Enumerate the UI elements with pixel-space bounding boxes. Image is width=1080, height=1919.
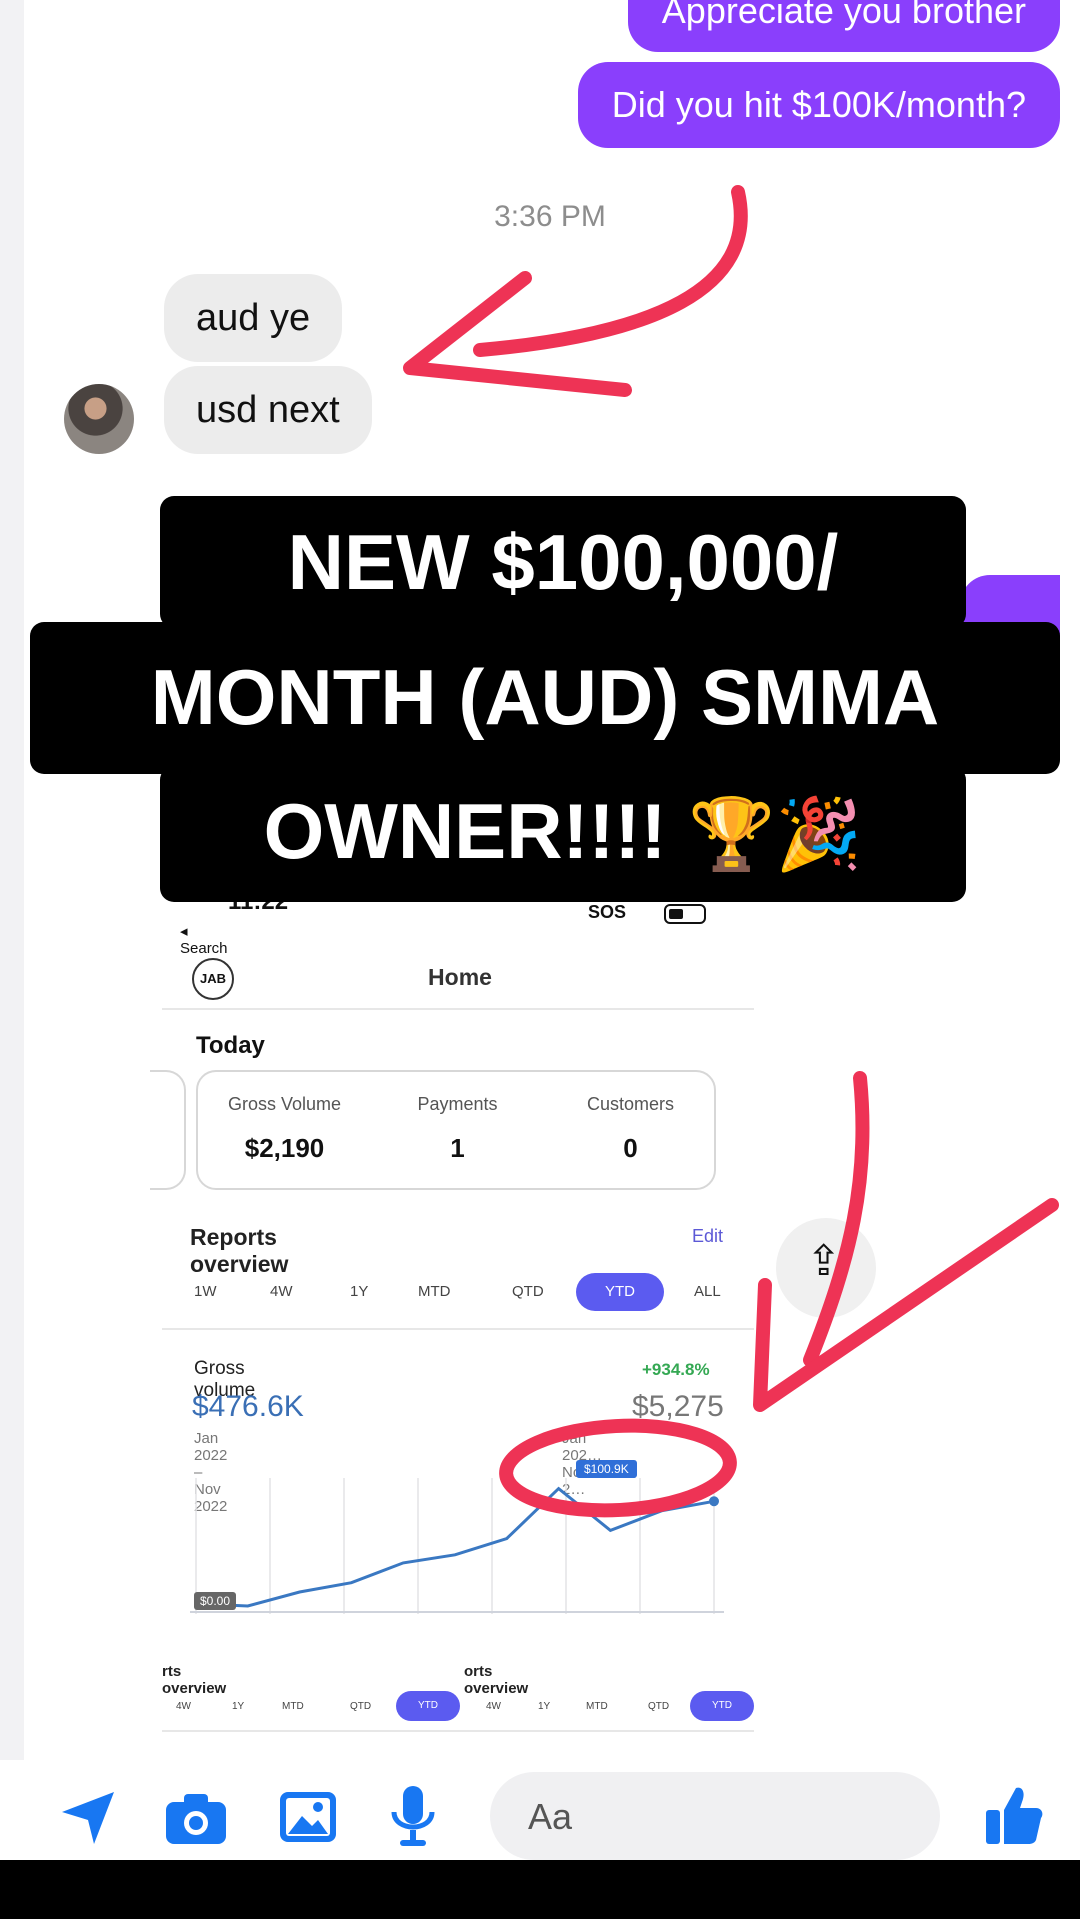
annotation-arrow [753, 1198, 1059, 1412]
microphone-icon[interactable] [388, 1784, 438, 1850]
gallery-icon[interactable] [278, 1790, 338, 1844]
annotation-curve [803, 1071, 870, 1367]
messenger-conversation: Appreciate you brother Did you hit $100K… [0, 0, 1080, 1860]
annotation-circle [499, 1418, 737, 1518]
location-arrow-icon[interactable] [58, 1790, 118, 1846]
camera-icon[interactable] [164, 1792, 228, 1846]
thumbs-up-icon[interactable] [984, 1784, 1044, 1846]
message-input-placeholder[interactable]: Aa [528, 1796, 572, 1838]
red-annotations [403, 185, 1059, 1518]
annotation-curve [473, 185, 748, 357]
